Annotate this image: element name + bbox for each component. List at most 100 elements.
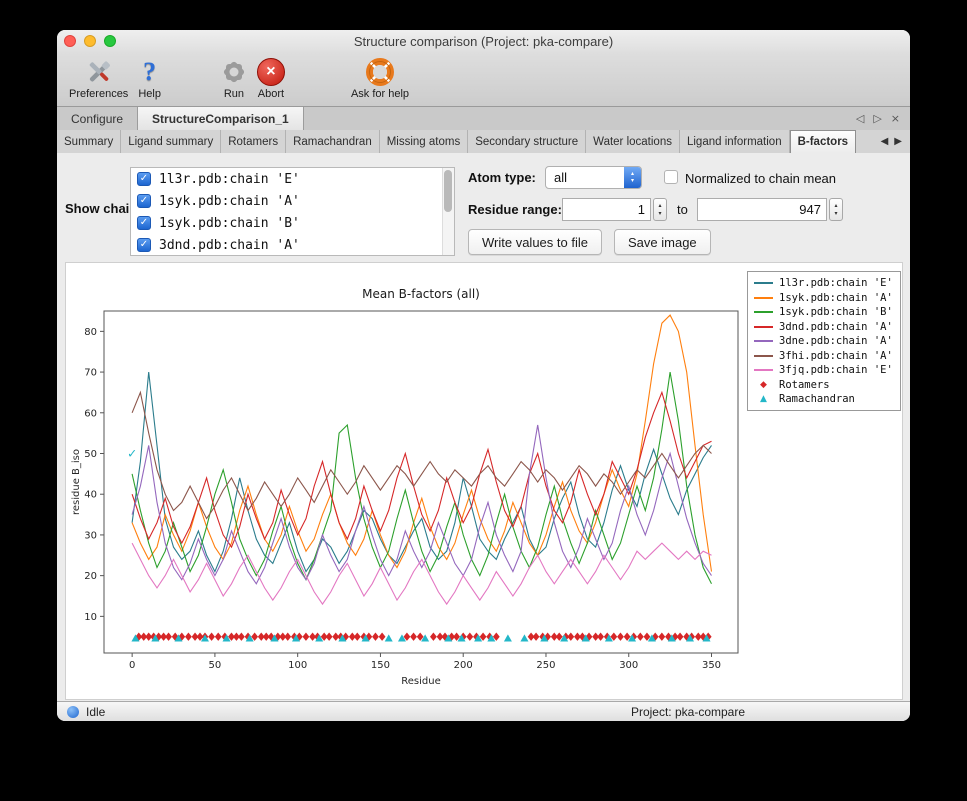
legend-label: 1syk.pdb:chain 'B'	[779, 306, 893, 318]
title-bar[interactable]: Structure comparison (Project: pka-compa…	[57, 30, 910, 52]
chain-checkbox[interactable]	[137, 238, 151, 252]
svg-text:✓: ✓	[127, 447, 137, 461]
legend-label: 3fjq.pdb:chain 'E'	[779, 364, 893, 376]
doc-tab-controls: ◁ ▷ ×	[856, 107, 910, 130]
section-tab-arrows: ◀ ▶	[881, 130, 910, 153]
gear-icon	[219, 55, 249, 88]
tab-configure[interactable]: Configure	[57, 107, 137, 130]
svg-text:250: 250	[536, 660, 555, 671]
abort-icon: ×	[257, 55, 285, 88]
svg-text:150: 150	[371, 660, 390, 671]
run-button[interactable]: Run	[219, 55, 249, 100]
chain-checkbox[interactable]	[137, 194, 151, 208]
tab-ligand-information[interactable]: Ligand information	[680, 130, 790, 153]
close-doc-tab-icon[interactable]: ×	[891, 112, 900, 125]
legend-label: Rotamers	[779, 379, 830, 391]
lifebuoy-icon	[364, 55, 396, 88]
help-button[interactable]: ? Help	[138, 55, 161, 100]
close-window-button[interactable]	[64, 35, 76, 47]
write-values-button[interactable]: Write values to file	[468, 229, 602, 255]
residue-range-label: Residue range:	[468, 202, 562, 217]
diamond-marker-icon: ◆	[754, 380, 773, 390]
legend-line-swatch	[754, 297, 773, 299]
tab-secondary-structure[interactable]: Secondary structure	[468, 130, 586, 153]
legend-line-swatch	[754, 326, 773, 328]
chains-list[interactable]: 1l3r.pdb:chain 'E' 1syk.pdb:chain 'A' 1syk…	[130, 167, 455, 256]
legend-entry: ▲ Ramachandran	[754, 393, 894, 405]
status-bar: Idle Project: pka-compare	[57, 701, 910, 721]
svg-text:0: 0	[129, 660, 135, 671]
chain-checkbox[interactable]	[137, 172, 151, 186]
abort-button[interactable]: × Abort	[257, 55, 285, 100]
ask-for-help-button[interactable]: Ask for help	[351, 55, 409, 100]
zoom-window-button[interactable]	[104, 35, 116, 47]
minimize-window-button[interactable]	[84, 35, 96, 47]
residue-range-to-label: to	[677, 202, 688, 217]
legend-line-swatch	[754, 282, 773, 284]
residue-to-stepper[interactable]: ▴▾	[829, 198, 843, 221]
tab-ligand-summary[interactable]: Ligand summary	[121, 130, 221, 153]
svg-text:Residue: Residue	[401, 676, 440, 687]
ask-for-help-label: Ask for help	[351, 88, 409, 100]
chain-list-item[interactable]: 1l3r.pdb:chain 'E'	[131, 168, 454, 190]
svg-text:350: 350	[702, 660, 721, 671]
chain-label: 1syk.pdb:chain 'B'	[159, 216, 300, 231]
tab-rotamers[interactable]: Rotamers	[221, 130, 286, 153]
legend-label: Ramachandran	[779, 393, 855, 405]
run-label: Run	[224, 88, 244, 100]
legend-line-swatch	[754, 369, 773, 371]
legend-entry: 1l3r.pdb:chain 'E'	[754, 277, 894, 289]
plot-legend: 1l3r.pdb:chain 'E'1syk.pdb:chain 'A'1syk…	[747, 271, 901, 411]
save-image-button[interactable]: Save image	[614, 229, 711, 255]
legend-line-swatch	[754, 311, 773, 313]
svg-text:100: 100	[288, 660, 307, 671]
atom-type-select[interactable]: all ▴▾	[545, 166, 642, 189]
chain-list-item[interactable]: 3dnd.pdb:chain 'A'	[131, 234, 454, 256]
legend-entry: 3fhi.pdb:chain 'A'	[754, 350, 894, 362]
chain-label: 1syk.pdb:chain 'A'	[159, 194, 300, 209]
normalized-checkbox[interactable]	[664, 170, 678, 184]
preferences-button[interactable]: Preferences	[69, 55, 128, 100]
scroll-tabs-left-icon[interactable]: ◀	[881, 136, 889, 147]
status-indicator-icon	[67, 706, 79, 718]
next-doc-tab-icon[interactable]: ▷	[873, 112, 881, 125]
tab-summary[interactable]: Summary	[57, 130, 121, 153]
tab-b-factors[interactable]: B-factors	[790, 130, 856, 153]
status-text: Idle	[86, 705, 105, 719]
prev-doc-tab-icon[interactable]: ◁	[856, 112, 864, 125]
residue-from-stepper[interactable]: ▴▾	[653, 198, 667, 221]
legend-label: 3fhi.pdb:chain 'A'	[779, 350, 893, 362]
legend-entry: 3dnd.pdb:chain 'A'	[754, 321, 894, 333]
triangle-marker-icon: ▲	[754, 394, 773, 404]
svg-text:50: 50	[209, 660, 222, 671]
tab-ramachandran[interactable]: Ramachandran	[286, 130, 380, 153]
chain-list-item[interactable]: 1syk.pdb:chain 'A'	[131, 190, 454, 212]
tab-structurecomparison-1[interactable]: StructureComparison_1	[137, 107, 304, 130]
chain-checkbox[interactable]	[137, 216, 151, 230]
scroll-tabs-right-icon[interactable]: ▶	[894, 136, 902, 147]
svg-text:residue B_iso: residue B_iso	[71, 449, 82, 515]
svg-text:70: 70	[84, 368, 97, 379]
help-label: Help	[138, 88, 161, 100]
tab-water-locations[interactable]: Water locations	[586, 130, 680, 153]
normalized-label: Normalized to chain mean	[685, 171, 836, 186]
abort-label: Abort	[258, 88, 284, 100]
svg-text:30: 30	[84, 530, 97, 541]
help-icon: ?	[143, 55, 156, 88]
chain-list-item[interactable]: 1syk.pdb:chain 'B'	[131, 212, 454, 234]
chains-scrollbar[interactable]	[442, 168, 454, 255]
legend-line-swatch	[754, 340, 773, 342]
chains-scrollbar-thumb[interactable]	[444, 170, 452, 212]
legend-label: 3dne.pdb:chain 'A'	[779, 335, 893, 347]
tools-icon	[84, 55, 114, 88]
tab-missing-atoms[interactable]: Missing atoms	[380, 130, 469, 153]
status-project-label: Project: pka-compare	[631, 705, 745, 719]
residue-from-input[interactable]	[562, 198, 651, 221]
legend-entry: 3fjq.pdb:chain 'E'	[754, 364, 894, 376]
svg-text:50: 50	[84, 449, 97, 460]
svg-text:300: 300	[619, 660, 638, 671]
chain-label: 3dnd.pdb:chain 'A'	[159, 238, 300, 253]
app-window: Structure comparison (Project: pka-compa…	[57, 30, 910, 721]
residue-to-input[interactable]	[697, 198, 827, 221]
atom-type-label: Atom type:	[468, 170, 536, 185]
